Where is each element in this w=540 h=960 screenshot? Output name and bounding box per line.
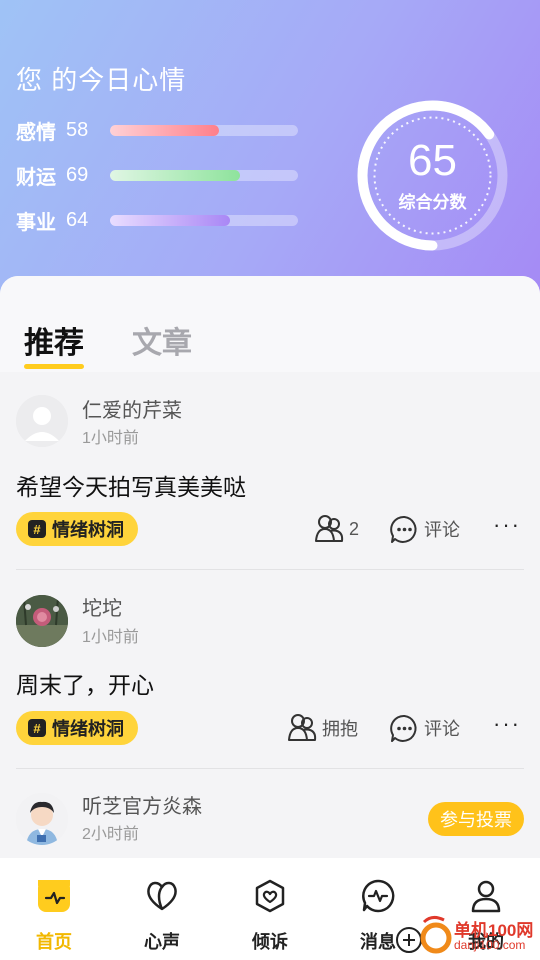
comment-icon [390,515,417,543]
nav-confide[interactable]: 倾诉 [216,858,324,960]
nav-label: 倾诉 [252,932,288,952]
topic-tag[interactable]: # 情绪树洞 [16,711,138,745]
post-text[interactable]: 周末了，开心 [16,666,154,700]
hug-count: 2 [349,518,360,539]
comment-label: 评论 [424,520,460,540]
metric-value: 64 [66,208,89,231]
avatar[interactable] [16,793,68,845]
post-time: 1小时前 [82,430,139,447]
metric-value: 58 [66,118,89,141]
nav-home[interactable]: 首页 [0,858,108,960]
metric-track [110,170,298,181]
more-options-icon[interactable]: ··· [493,512,521,538]
comment-button[interactable]: 评论 [389,512,460,546]
post-time: 2小时前 [82,826,139,843]
avatar[interactable] [16,595,68,647]
metric-track [110,125,298,136]
tab-articles[interactable]: 文章 [132,318,192,362]
avatar[interactable] [16,395,68,447]
author-name[interactable]: 听芝官方炎森 [82,790,202,819]
metric-name: 事业 [16,211,56,234]
hug-label: 拥抱 [322,719,358,739]
hug-button[interactable]: 拥抱 [286,711,358,745]
metric-career: 事业 64 [16,205,298,235]
mood-title: 您 的今日心情 [16,65,187,95]
feed-sheet: 推荐 文章 仁爱的芹菜 1小时前 希望今天拍写真美美哒 # 情绪树洞 2 评论 … [0,276,540,858]
watermark-icon [396,915,452,954]
vote-button[interactable]: 参与投票 [428,802,524,836]
score-label: 综合分数 [398,193,467,212]
active-tab-indicator [24,364,84,369]
tag-label: 情绪树洞 [52,719,124,739]
user-icon [471,880,501,913]
feed-tabs: 推荐 文章 [0,276,540,372]
post-text[interactable]: 希望今天拍写真美美哒 [16,468,246,502]
post-card[interactable]: 仁爱的芹菜 1小时前 希望今天拍写真美美哒 # 情绪树洞 2 评论 ··· [0,372,540,570]
score-gauge: 65 综合分数 [355,98,510,253]
comment-button[interactable]: 评论 [389,711,460,745]
heart-shield-icon [255,879,285,913]
hug-icon [315,515,344,542]
metric-name: 财运 [16,166,56,189]
metric-wealth: 财运 69 [16,160,298,190]
mood-header: 您 的今日心情 感情 58 财运 69 事业 64 65 综合分数 [0,0,540,300]
metric-value: 69 [66,163,89,186]
metric-fill [110,170,240,181]
author-name[interactable]: 仁爱的芹菜 [82,394,182,423]
post-card[interactable]: 坨坨 1小时前 周末了，开心 # 情绪树洞 拥抱 评论 ··· [0,570,540,769]
score-value: 65 [408,136,457,185]
metric-track [110,215,298,226]
hashtag-icon: # [28,719,46,737]
metric-love: 感情 58 [16,115,298,145]
more-options-icon[interactable]: ··· [493,711,521,737]
watermark-logo [392,912,454,954]
comment-icon [390,714,417,742]
hug-button[interactable]: 2 [313,512,359,546]
nav-voice[interactable]: 心声 [108,858,216,960]
tab-recommend[interactable]: 推荐 [24,318,84,362]
topic-tag[interactable]: # 情绪树洞 [16,512,138,546]
comment-label: 评论 [424,719,460,739]
author-name[interactable]: 坨坨 [82,592,122,621]
watermark-sub: danji100.com [454,938,526,952]
metric-fill [110,125,220,136]
nav-label: 心声 [144,932,180,952]
official-cartoon-icon [16,793,68,845]
pulse-icon [362,879,395,913]
post-time: 1小时前 [82,629,139,646]
heart-icon [147,881,177,911]
nav-label: 首页 [36,932,72,952]
flower-photo-icon [16,595,68,647]
default-avatar-icon [16,395,68,447]
hashtag-icon: # [28,520,46,538]
post-card[interactable]: 听芝官方炎森 2小时前 参与投票 [0,768,540,858]
metric-name: 感情 [16,121,56,144]
home-icon [38,880,70,912]
tag-label: 情绪树洞 [52,520,124,540]
metric-fill [110,215,231,226]
hug-icon [288,714,317,741]
